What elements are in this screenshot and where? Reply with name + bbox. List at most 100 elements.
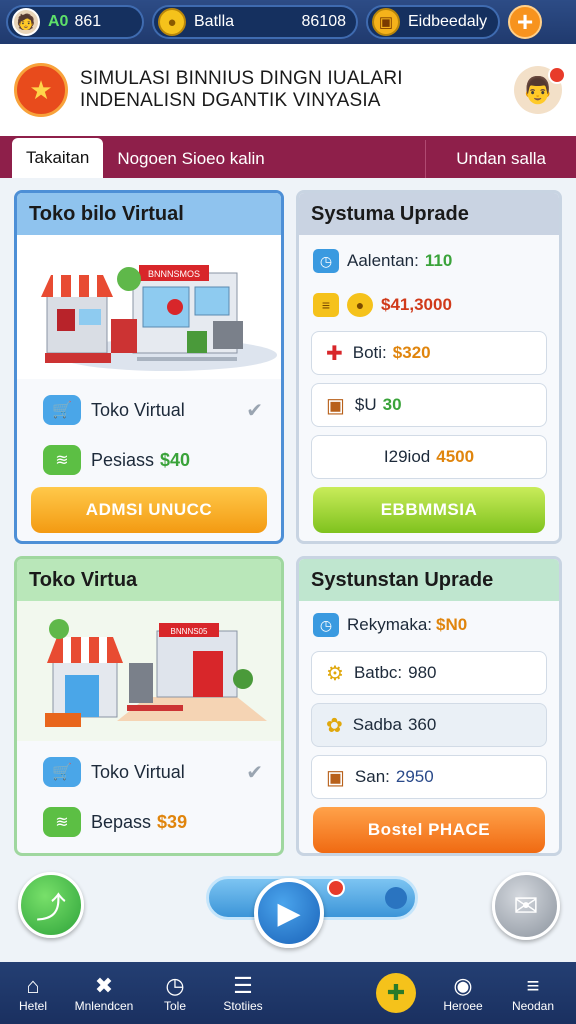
store-item-label: Toko Virtual [91,399,185,420]
upgrade-option-2[interactable]: ▣ $U 30 [311,383,547,427]
upgrade-2-option-2[interactable]: ✿ Sadba 360 [311,703,547,747]
mail-button[interactable]: ✉ [492,872,560,940]
upgrade-card-2-title: Systunstan Uprade [299,559,559,601]
nav-item-badge[interactable]: ◉ Heroee [428,962,498,1024]
upgrade-2-action-button[interactable]: Bostel PHACE [313,807,545,853]
coins-value: 86108 [301,13,347,30]
store-card-2-title: Toko Virtua [17,559,281,601]
shop-label: Eidbeedaly [408,13,488,30]
upgrade-card-2: Systunstan Uprade ◷ Rekymaka: $N0 ⚙ Batb… [296,556,562,856]
cart-icon: 🛒 [43,757,81,787]
upgrade-option-3-label: I29iod [383,447,431,466]
top-status-bar: 🧑 A0 861 ● Batlla 86108 ▣ Eidbeedaly + [0,0,576,44]
user-level-pill[interactable]: 🧑 A0 861 [6,5,144,39]
camera-button[interactable]: ▶ [254,878,324,948]
tab-nogoen[interactable]: Nogoen Sioeo kalin [103,140,278,178]
tools-icon: ✖ [94,973,114,998]
notification-dot [548,66,566,84]
upgrade-2-option-3-value: 2950 [395,767,434,786]
upgrade-option-1[interactable]: ✚ Boti: $320 [311,331,547,375]
store-price-row: ≋ Pesiass $40 [17,435,281,485]
coin-stack-icon: ≡ [313,293,339,317]
add-currency-button[interactable]: + [508,5,542,39]
nav-item-list[interactable]: ☰ Stotiies [208,962,278,1024]
list-icon: ☰ [233,973,253,998]
store-2-scene-svg: BNNNS05 [17,601,281,741]
store-2-item-row[interactable]: 🛒 Toko Virtual ✔ [17,747,281,797]
profile-avatar-button[interactable]: 👨 [514,66,566,114]
check-icon: ✔ [246,399,263,422]
camera-icon: ▶ [277,896,301,930]
mail-icon: ✉ [513,889,539,923]
nav-item-home[interactable]: ⌂ Hetel [0,962,66,1024]
share-button[interactable]: ⤴ [18,872,84,938]
coin-icon: ● [158,8,186,36]
upgrade-1-action-button[interactable]: EBBMMSIA [313,487,545,533]
upgrade-2-option-1-value: 980 [408,663,437,682]
upgrade-option-1-value: $320 [392,343,431,362]
coins-pill[interactable]: ● Batlla 86108 [152,5,358,39]
clock-icon: ◷ [165,973,185,998]
upgrade-stat-2-value: $41,3000 [381,295,452,314]
coins-label: Batlla [194,13,235,30]
upgrade-stat-1-value: 110 [424,251,453,270]
upgrade-stat-1-label: Aalentan: [347,251,419,270]
upgrade-option-1-label: Boti: [352,343,387,362]
store-2-item-label: Toko Virtual [91,761,185,782]
cash-icon: ≋ [43,445,81,475]
store-scene-svg: BNNNSMOS [17,235,281,379]
store-price-value: $40 [160,449,191,470]
map-icon: ✚ [376,973,416,1013]
timer-icon: ◷ [313,613,339,637]
upgrade-2-option-3[interactable]: ▣ San: 2950 [311,755,547,799]
nav-label: Neodan [511,999,555,1013]
gear-icon: ⚙ [326,662,344,685]
nav-label: Stotiies [223,999,263,1013]
cash-icon: ≋ [43,807,81,837]
upgrade-option-3[interactable]: I29iod 4500 [311,435,547,479]
share-icon: ⤴ [36,892,66,925]
app-header: ★ SIMULASI BINNIUS DINGN IUALARI INDENAL… [0,44,576,136]
nav-label: Heroee [443,999,483,1013]
badge-icon: ◉ [453,973,473,998]
bottom-nav: ⌂ Hetel ✖ Mnlendcen ◷ Tole ☰ Stotiies ✚ … [0,962,576,1024]
upgrade-2-option-2-label: Sadba [352,715,402,734]
nav-item-map[interactable]: ✚ [278,962,428,1024]
store-card-2: Toko Virtua BNNNS05 🛒 Toko Virtual ✔ ≋ B… [14,556,284,856]
store-item-row[interactable]: 🛒 Toko Virtual ✔ [17,385,281,435]
store-2-price-row: ≋ Bepass $39 [17,797,281,847]
avatar: 🧑 [12,8,40,36]
upgrade-stat-row-2: ≡ ● $41,3000 [299,283,559,327]
upgrade-option-2-value: 30 [382,395,402,414]
coin-icon: ● [347,293,373,317]
tab-undan-salla[interactable]: Undan salla [425,140,576,178]
store-price-label: Pesiass [91,449,155,470]
nav-item-menu[interactable]: ≡ Neodan [498,962,568,1024]
store-2-illustration: BNNNS05 [17,601,281,741]
upgrade-card-1-title: Systuma Uprade [299,193,559,235]
store-2-price-value: $39 [157,811,188,832]
box-icon: ▣ [326,394,345,417]
shop-pill[interactable]: ▣ Eidbeedaly [366,5,500,39]
notification-dot [327,879,345,897]
level-label: A0 [48,13,69,30]
tab-takaitan[interactable]: Takaitan [12,138,104,178]
upgrade-card-1: Systuma Uprade ◷ Aalentan: 110 ≡ ● $41,3… [296,190,562,544]
upgrade-2-stat-label: Rekymaka: [347,615,433,634]
upgrade-option-3-value: 4500 [436,447,475,466]
upgrade-2-option-1-label: Batbc: [353,663,403,682]
nav-item-clock[interactable]: ◷ Tole [142,962,208,1024]
upgrade-2-option-3-label: San: [354,767,390,786]
store-action-button[interactable]: ADMSI UNUCC [31,487,267,533]
nav-item-tools[interactable]: ✖ Mnlendcen [66,962,142,1024]
nav-label: Tole [163,999,186,1013]
shop-icon: ▣ [372,8,400,36]
clock-icon: ◷ [313,249,339,273]
toggle-knob [385,887,407,909]
tab-bar: Takaitan Nogoen Sioeo kalin Undan salla [0,136,576,178]
upgrade-stat-row-1: ◷ Aalentan: 110 [299,239,559,283]
upgrade-2-option-1[interactable]: ⚙ Batbc: 980 [311,651,547,695]
store-2-price-label: Bepass [91,811,152,832]
menu-icon: ≡ [526,973,540,998]
app-logo: ★ [14,63,68,117]
